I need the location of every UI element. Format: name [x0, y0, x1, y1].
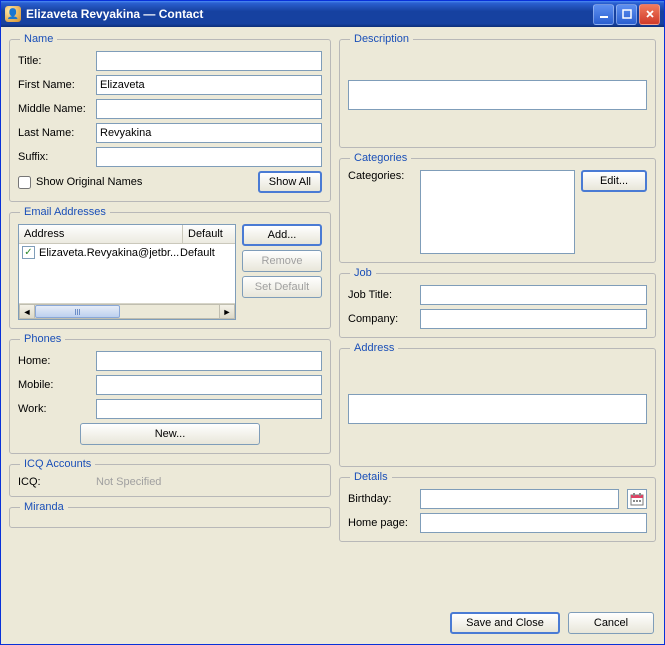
cancel-button[interactable]: Cancel — [568, 612, 654, 634]
maximize-button[interactable] — [616, 4, 637, 25]
homepage-label: Home page: — [348, 517, 414, 529]
middle-name-label: Middle Name: — [18, 103, 90, 115]
details-legend: Details — [350, 471, 392, 483]
first-name-label: First Name: — [18, 79, 90, 91]
suffix-field[interactable] — [96, 147, 322, 167]
title-label: Title: — [18, 55, 90, 67]
email-row-check-icon: ✓ — [22, 246, 35, 259]
work-phone-label: Work: — [18, 403, 90, 415]
home-phone-label: Home: — [18, 355, 90, 367]
address-field[interactable] — [348, 394, 647, 424]
last-name-field[interactable] — [96, 123, 322, 143]
phones-legend: Phones — [20, 333, 65, 345]
email-col-default[interactable]: Default — [183, 225, 235, 243]
scroll-left-icon[interactable]: ◄ — [19, 304, 35, 319]
save-and-close-button[interactable]: Save and Close — [450, 612, 560, 634]
icq-value: Not Specified — [96, 476, 161, 488]
name-group: Name Title: First Name: Middle Name: Las… — [9, 33, 331, 202]
remove-email-button[interactable]: Remove — [242, 250, 322, 272]
calendar-icon[interactable] — [627, 489, 647, 509]
email-col-address[interactable]: Address — [19, 225, 183, 243]
address-legend: Address — [350, 342, 398, 354]
categories-legend: Categories — [350, 152, 411, 164]
company-field[interactable] — [420, 309, 647, 329]
email-row[interactable]: ✓ Elizaveta.Revyakina@jetbr... Default — [19, 244, 235, 261]
mobile-phone-label: Mobile: — [18, 379, 90, 391]
show-original-checkbox[interactable]: Show Original Names — [18, 176, 142, 189]
email-table[interactable]: Address Default ✓ Elizaveta.Revyakina@je… — [18, 224, 236, 320]
emails-legend: Email Addresses — [20, 206, 110, 218]
job-title-field[interactable] — [420, 285, 647, 305]
categories-label: Categories: — [348, 170, 414, 182]
work-phone-field[interactable] — [96, 399, 322, 419]
description-field[interactable] — [348, 80, 647, 110]
miranda-group: Miranda — [9, 501, 331, 528]
job-legend: Job — [350, 267, 376, 279]
edit-categories-button[interactable]: Edit... — [581, 170, 647, 192]
description-group: Description — [339, 33, 656, 148]
show-original-check-input[interactable] — [18, 176, 31, 189]
job-title-label: Job Title: — [348, 289, 414, 301]
address-group: Address — [339, 342, 656, 467]
birthday-field[interactable] — [420, 489, 619, 509]
scroll-thumb[interactable] — [35, 305, 120, 318]
categories-list[interactable] — [420, 170, 575, 254]
icq-group: ICQ Accounts ICQ: Not Specified — [9, 458, 331, 497]
suffix-label: Suffix: — [18, 151, 90, 163]
phones-group: Phones Home: Mobile: Work: New... — [9, 333, 331, 454]
titlebar[interactable]: 👤 Elizaveta Revyakina — Contact — [1, 1, 664, 27]
title-field[interactable] — [96, 51, 322, 71]
email-row-address: Elizaveta.Revyakina@jetbr... — [39, 247, 179, 259]
first-name-field[interactable] — [96, 75, 322, 95]
name-legend: Name — [20, 33, 57, 45]
set-default-email-button[interactable]: Set Default — [242, 276, 322, 298]
close-button[interactable] — [639, 4, 660, 25]
job-group: Job Job Title: Company: — [339, 267, 656, 338]
company-label: Company: — [348, 313, 414, 325]
show-all-button[interactable]: Show All — [258, 171, 322, 193]
description-legend: Description — [350, 33, 413, 45]
mobile-phone-field[interactable] — [96, 375, 322, 395]
icq-label: ICQ: — [18, 476, 90, 488]
show-original-label: Show Original Names — [36, 176, 142, 188]
homepage-field[interactable] — [420, 513, 647, 533]
email-row-default: Default — [180, 247, 232, 259]
middle-name-field[interactable] — [96, 99, 322, 119]
icq-legend: ICQ Accounts — [20, 458, 95, 470]
app-icon: 👤 — [5, 6, 21, 22]
home-phone-field[interactable] — [96, 351, 322, 371]
scroll-track[interactable] — [35, 304, 219, 319]
minimize-button[interactable] — [593, 4, 614, 25]
details-group: Details Birthday: Home page: — [339, 471, 656, 542]
new-phone-button[interactable]: New... — [80, 423, 260, 445]
miranda-legend: Miranda — [20, 501, 68, 513]
birthday-label: Birthday: — [348, 493, 414, 505]
email-scrollbar[interactable]: ◄ ► — [19, 303, 235, 319]
categories-group: Categories Categories: Edit... — [339, 152, 656, 263]
window-title: Elizaveta Revyakina — Contact — [26, 7, 593, 21]
emails-group: Email Addresses Address Default ✓ — [9, 206, 331, 329]
last-name-label: Last Name: — [18, 127, 90, 139]
add-email-button[interactable]: Add... — [242, 224, 322, 246]
scroll-right-icon[interactable]: ► — [219, 304, 235, 319]
